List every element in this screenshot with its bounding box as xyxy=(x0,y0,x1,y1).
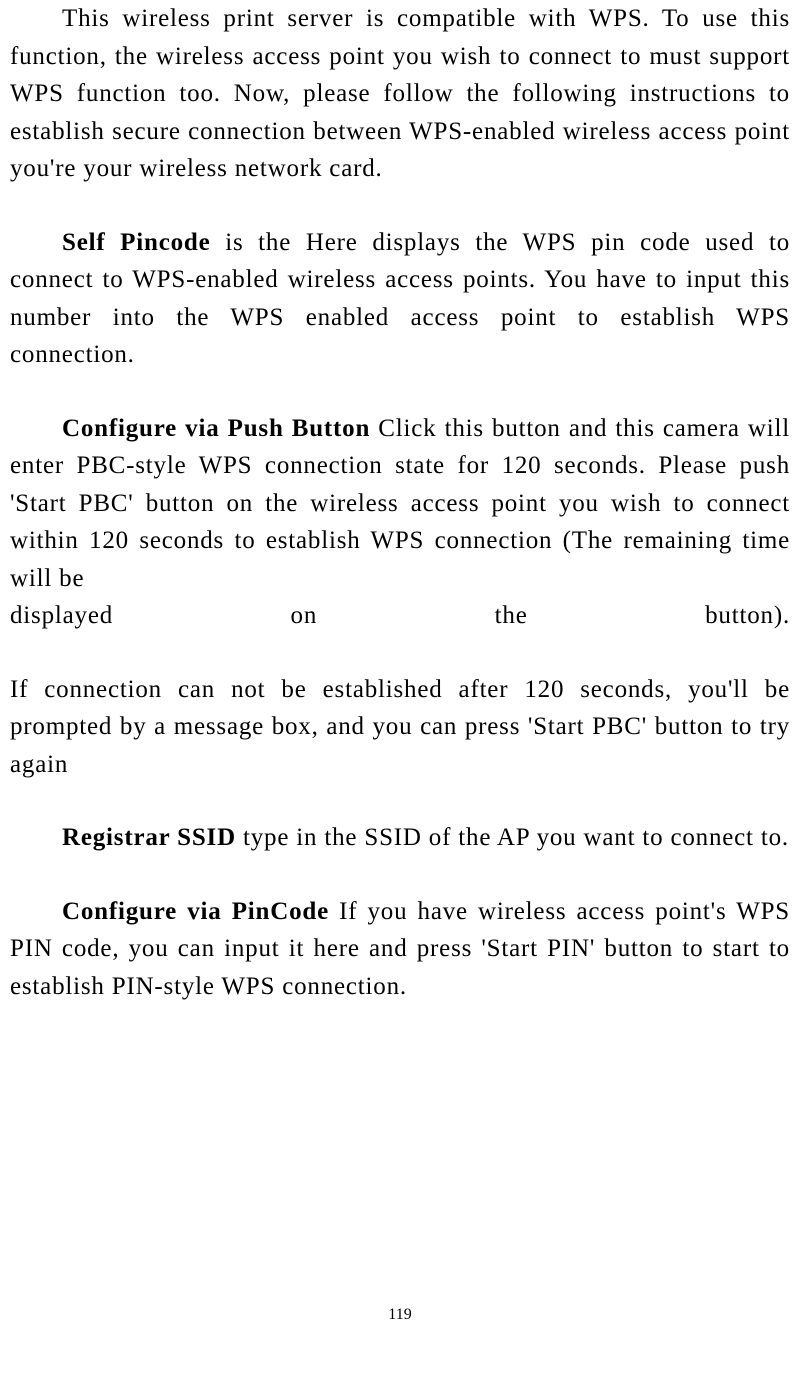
paragraph-1: This wireless print server is compatible… xyxy=(10,0,790,188)
paragraph-2-heading: Self Pincode xyxy=(62,229,211,256)
paragraph-6: Configure via PinCode If you have wirele… xyxy=(10,893,790,1006)
paragraph-4-text: If connection can not be established aft… xyxy=(10,676,790,778)
paragraph-3-heading: Configure via Push Button xyxy=(62,415,370,442)
paragraph-4: If connection can not be established aft… xyxy=(10,671,790,784)
paragraph-1-text: This wireless print server is compatible… xyxy=(10,5,790,182)
paragraph-3: Configure via Push Button Click this but… xyxy=(10,410,790,635)
paragraph-5-heading: Registrar SSID xyxy=(62,824,236,851)
paragraph-3-text-b: displayed on the button). xyxy=(10,597,790,635)
paragraph-5: Registrar SSID type in the SSID of the A… xyxy=(10,819,790,857)
document-content: This wireless print server is compatible… xyxy=(10,0,790,1005)
paragraph-2: Self Pincode is the Here displays the WP… xyxy=(10,224,790,374)
paragraph-5-text: type in the SSID of the AP you want to c… xyxy=(236,824,789,851)
page-number: 119 xyxy=(0,1303,800,1327)
paragraph-6-heading: Configure via PinCode xyxy=(62,898,329,925)
